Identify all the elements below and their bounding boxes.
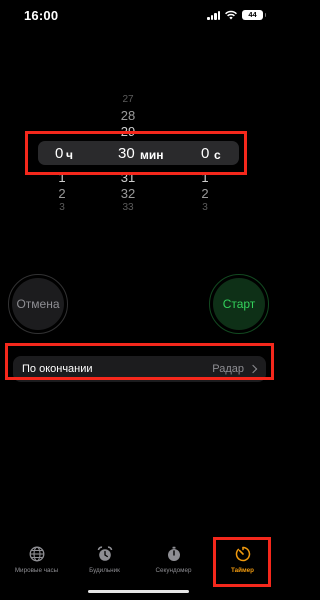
tab-label: Секундомер [155, 567, 192, 574]
alarm-clock-icon [97, 546, 112, 561]
status-icons: 44 [207, 10, 266, 20]
battery-icon: 44 [242, 10, 266, 20]
cancel-button[interactable]: Отмена [8, 274, 68, 334]
seconds-option: 2 [201, 186, 209, 201]
tab-world-clock[interactable]: Мировые часы [2, 537, 71, 574]
start-button[interactable]: Старт [209, 274, 269, 334]
end-row-highlight-box [5, 343, 274, 380]
status-time: 16:00 [24, 8, 59, 23]
status-bar: 16:00 44 [0, 0, 277, 32]
tab-stopwatch[interactable]: Секундомер [139, 537, 208, 574]
tab-alarm[interactable]: Будильник [70, 537, 139, 574]
picker-highlight-box [25, 131, 247, 175]
minutes-option: 28 [120, 108, 136, 123]
tab-label: Мировые часы [14, 567, 59, 574]
minutes-option: 32 [120, 186, 136, 201]
minutes-option: 33 [122, 202, 134, 213]
globe-icon [29, 546, 44, 562]
home-indicator [88, 590, 189, 593]
minutes-option: 27 [122, 94, 134, 105]
hours-option: 2 [58, 186, 66, 201]
seconds-option: 3 [202, 202, 208, 213]
wifi-icon [225, 10, 237, 20]
timer-tab-highlight-box [213, 537, 271, 587]
cellular-signal-icon [207, 10, 220, 20]
hours-option: 3 [59, 202, 65, 213]
tab-label: Будильник [89, 567, 120, 574]
stopwatch-icon [167, 546, 180, 561]
